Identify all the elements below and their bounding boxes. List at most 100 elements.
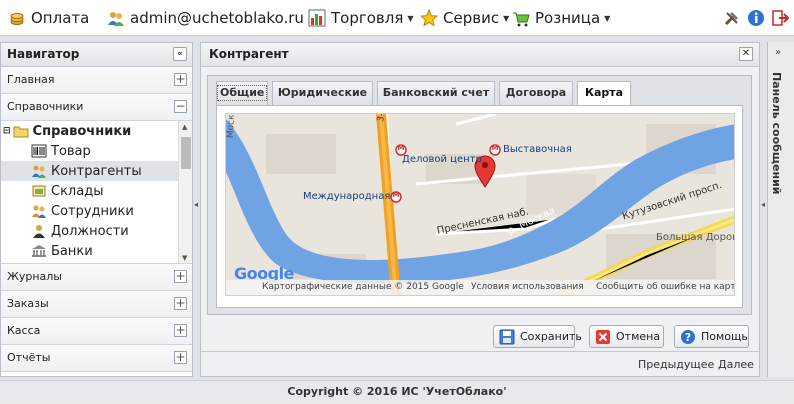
expand-icon[interactable]: + bbox=[174, 297, 187, 310]
close-icon[interactable]: ✕ bbox=[739, 47, 753, 61]
tab-label: Банковский счет bbox=[382, 86, 490, 99]
tree-item-warehouses[interactable]: Склады bbox=[1, 181, 178, 201]
nav-section-main[interactable]: Главная + bbox=[1, 67, 192, 94]
save-icon bbox=[499, 329, 515, 345]
tree-item-label: Склады bbox=[51, 183, 104, 199]
google-map[interactable]: 3-е к Москва M M M Деловой центр Выставо… bbox=[225, 113, 735, 296]
expand-icon[interactable]: + bbox=[174, 73, 187, 86]
messages-panel-title[interactable]: Панель сообщений bbox=[770, 72, 783, 194]
tab-general[interactable]: Общие bbox=[216, 81, 268, 105]
bank-icon bbox=[31, 244, 47, 258]
metro-icon: M bbox=[491, 144, 499, 152]
menu-user[interactable]: admin@uchetoblako.ru bbox=[107, 7, 304, 29]
contractor-window: Контрагент ✕ Общие Юридические Банковски… bbox=[200, 42, 760, 377]
tree-item-banks[interactable]: Банки bbox=[1, 241, 178, 261]
menu-trade-label: Торговля bbox=[331, 9, 404, 27]
menu-trade[interactable]: Торговля ▼ bbox=[308, 7, 414, 29]
tab-label: Карта bbox=[584, 86, 624, 99]
expand-icon[interactable]: + bbox=[174, 270, 187, 283]
navigator-header: Навигатор « bbox=[1, 43, 192, 67]
star-icon bbox=[419, 8, 439, 27]
nav-section-orders[interactable]: Заказы + bbox=[1, 291, 192, 318]
nav-section-cash[interactable]: Касса + bbox=[1, 318, 192, 345]
menu-service-label: Сервис bbox=[443, 9, 500, 27]
menu-service[interactable]: Сервис ▼ bbox=[419, 7, 510, 29]
tab-legal[interactable]: Юридические bbox=[272, 81, 373, 105]
tree-scrollbar[interactable]: ▲ ▼ bbox=[178, 121, 192, 263]
copyright-text: Copyright © 2016 ИС 'УчетОблако' bbox=[287, 385, 507, 398]
nav-section-label: Справочники bbox=[7, 100, 84, 113]
help-icon: ? bbox=[680, 329, 696, 345]
map-tab-body: 3-е к Москва M M M Деловой центр Выставо… bbox=[216, 105, 743, 308]
tree-item-employees[interactable]: Сотрудники bbox=[1, 201, 178, 221]
tools-icon[interactable] bbox=[723, 9, 741, 27]
directories-tree: ⊟ Справочники Товар Контрагенты Склады С… bbox=[1, 121, 192, 264]
expand-icon[interactable]: + bbox=[174, 351, 187, 364]
terms-link[interactable]: Условия использования bbox=[471, 282, 584, 292]
navigator-panel: Навигатор « Главная + Справочники − ⊟ Сп… bbox=[0, 42, 193, 377]
navigator-title: Навигатор bbox=[7, 47, 80, 61]
tab-label: Юридические bbox=[277, 86, 368, 99]
tree-item-label: Товар bbox=[51, 143, 91, 159]
chart-icon bbox=[308, 9, 326, 27]
nav-section-directories[interactable]: Справочники − bbox=[1, 94, 192, 121]
nav-section-label: Касса bbox=[7, 324, 41, 337]
tab-bank-account[interactable]: Банковский счет bbox=[377, 81, 495, 105]
employees-icon bbox=[31, 204, 47, 218]
map-label-moskva-left: Москва bbox=[226, 113, 238, 139]
tab-label: Договора bbox=[505, 86, 567, 99]
cart-icon bbox=[512, 9, 530, 27]
menu-payment[interactable]: Оплата bbox=[8, 7, 89, 29]
tab-container: Общие Юридические Банковский счет Догово… bbox=[207, 75, 752, 315]
tab-contracts[interactable]: Договора bbox=[499, 81, 573, 105]
report-error-link[interactable]: Сообщить об ошибке на карте bbox=[596, 282, 734, 292]
next-link[interactable]: Далее bbox=[718, 358, 754, 371]
chevron-down-icon: ▼ bbox=[604, 13, 611, 23]
menu-payment-label: Оплата bbox=[31, 9, 90, 27]
collapse-left-icon[interactable]: « bbox=[173, 47, 187, 61]
nav-section-journals[interactable]: Журналы + bbox=[1, 264, 192, 291]
folder-icon bbox=[13, 124, 29, 138]
save-button[interactable]: Сохранить bbox=[493, 325, 582, 348]
metro-icon: M bbox=[397, 144, 405, 152]
save-button-label: Сохранить bbox=[520, 330, 582, 343]
map-data-text: Картографические данные © 2015 Google bbox=[262, 282, 464, 292]
tree-toggle-icon[interactable]: ⊟ bbox=[3, 126, 11, 136]
map-label-delovoy: Деловой центр bbox=[402, 154, 482, 165]
tree-item-positions[interactable]: Должности bbox=[1, 221, 178, 241]
info-icon[interactable] bbox=[747, 9, 765, 27]
collapse-icon[interactable]: − bbox=[174, 100, 187, 113]
record-pager: Предыдущее Далее bbox=[201, 351, 759, 376]
scroll-down-icon[interactable]: ▼ bbox=[182, 254, 187, 262]
nav-section-label: Отчёты bbox=[7, 351, 51, 364]
tree-item-directories[interactable]: ⊟ Справочники bbox=[3, 121, 178, 141]
logout-icon[interactable] bbox=[771, 9, 790, 27]
scroll-thumb[interactable] bbox=[181, 137, 191, 169]
users-icon bbox=[107, 9, 125, 27]
tree-item-contractors[interactable]: Контрагенты bbox=[1, 161, 178, 181]
window-title: Контрагент bbox=[209, 47, 289, 61]
expand-icon[interactable]: + bbox=[174, 324, 187, 337]
menu-user-label: admin@uchetoblako.ru bbox=[130, 9, 304, 27]
svg-text:?: ? bbox=[685, 331, 691, 344]
tree-item-label: Должности bbox=[51, 223, 129, 239]
map-label-vystavochnaya: Выставочная bbox=[503, 144, 572, 155]
cancel-button[interactable]: Отмена bbox=[589, 325, 664, 348]
tree-item-label: Сотрудники bbox=[51, 203, 134, 219]
cancel-button-label: Отмена bbox=[616, 330, 661, 343]
prev-link[interactable]: Предыдущее bbox=[638, 358, 714, 371]
users-icon bbox=[31, 164, 47, 178]
menu-retail-label: Розница bbox=[535, 9, 601, 27]
chevron-down-icon: ▼ bbox=[503, 13, 510, 23]
map-label-mezhdunarodnaya: Международная bbox=[303, 191, 391, 202]
help-button[interactable]: ? Помощь bbox=[674, 325, 749, 348]
tab-map[interactable]: Карта bbox=[577, 81, 631, 106]
expand-panel-icon[interactable]: » bbox=[775, 47, 781, 58]
tree-item-label: Контрагенты bbox=[51, 163, 142, 179]
person-icon bbox=[31, 224, 47, 238]
menu-retail[interactable]: Розница ▼ bbox=[512, 7, 610, 29]
scroll-up-icon[interactable]: ▲ bbox=[182, 123, 187, 131]
nav-section-reports[interactable]: Отчёты + bbox=[1, 345, 192, 372]
warehouse-icon bbox=[31, 184, 47, 198]
tree-item-goods[interactable]: Товар bbox=[1, 141, 178, 161]
